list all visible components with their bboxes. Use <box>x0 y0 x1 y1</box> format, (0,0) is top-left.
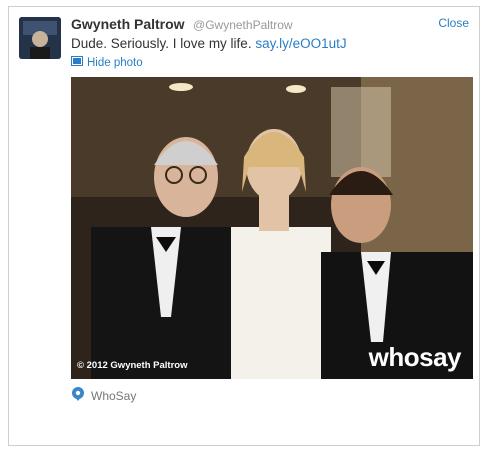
user-name[interactable]: Gwyneth Paltrow <box>71 16 185 32</box>
whosay-icon <box>71 387 85 404</box>
user-handle[interactable]: @GwynethPaltrow <box>193 18 293 32</box>
hide-photo-label: Hide photo <box>87 56 143 69</box>
tweet-photo[interactable]: © 2012 Gwyneth Paltrow whosay <box>71 77 473 379</box>
close-button[interactable]: Close <box>438 16 469 30</box>
tweet-body: Dude. Seriously. I love my life. <box>71 36 252 51</box>
hide-photo-button[interactable]: Hide photo <box>71 56 143 69</box>
tweet-source[interactable]: WhoSay <box>71 387 136 404</box>
source-label: WhoSay <box>91 388 137 403</box>
image-icon <box>71 56 83 69</box>
photo-watermark: whosay <box>368 342 462 372</box>
tweet-text: Dude. Seriously. I love my life. say.ly/… <box>71 36 347 51</box>
tweet-card: Gwyneth Paltrow @GwynethPaltrow Close Du… <box>8 6 480 446</box>
photo-copyright: © 2012 Gwyneth Paltrow <box>77 360 188 371</box>
avatar[interactable] <box>19 17 61 59</box>
tweet-link[interactable]: say.ly/eOO1utJ <box>255 36 346 51</box>
tweet-header: Gwyneth Paltrow @GwynethPaltrow Close <box>71 16 469 36</box>
